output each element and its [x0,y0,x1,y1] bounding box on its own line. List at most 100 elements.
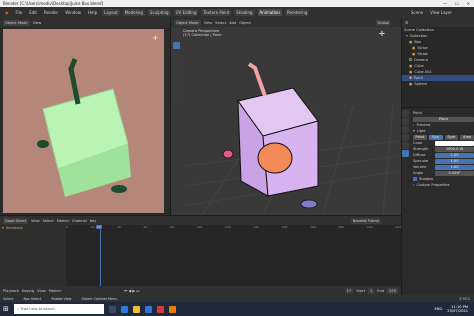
blender-logo-icon[interactable]: ◉ [3,9,11,16]
file-explorer-icon[interactable] [132,305,140,313]
light-type-point[interactable]: Point [413,134,427,140]
left-gizmo-icon[interactable]: ✛ [153,35,158,42]
left-viewport-canvas[interactable]: ✛ [3,29,164,213]
edge-icon[interactable] [120,305,128,313]
outliner-editor-icon[interactable]: ☰ [405,21,408,25]
menu-edit[interactable]: Edit [27,9,39,16]
minimize-button[interactable]: — [443,1,447,6]
dopesheet-channel-menu[interactable]: Channel [72,219,87,223]
viewport-info-collection: (17) Collection | Point [183,33,222,37]
menu-window[interactable]: Window [63,9,83,16]
main-add-menu[interactable]: Add [229,21,236,25]
tab-shading[interactable]: Shading [234,9,255,16]
outliner-item[interactable]: ▣ Sphere [402,81,474,87]
store-icon[interactable] [144,305,152,313]
dopesheet-marker-menu[interactable]: Marker [57,219,69,223]
lang-indicator[interactable]: ENG [435,307,443,311]
main-select-menu[interactable]: Select [215,21,226,25]
annotate-tool-icon[interactable] [173,90,180,97]
timeline-view-menu[interactable]: View [37,289,46,293]
windows-start-icon[interactable]: ⊞ [3,305,9,313]
object-props-icon[interactable] [402,142,409,149]
menu-file[interactable]: File [14,9,25,16]
left-viewport[interactable]: Object Mode View ✛ [0,18,170,215]
color-swatch[interactable] [435,140,474,146]
light-type-area[interactable]: Area [460,134,474,140]
orientation-dropdown[interactable]: Global [375,19,391,26]
playhead-frame[interactable]: 17 [96,225,102,229]
tab-layout[interactable]: Layout [102,9,120,16]
select-tool-icon[interactable] [173,42,180,49]
volume-field[interactable]: 1.00 [435,164,474,170]
dopesheet-timeline[interactable]: 0 20 40 60 80 100 120 140 160 180 200 220 250 17 [66,225,401,286]
dopesheet-view-menu[interactable]: View [31,219,40,223]
tab-rendering[interactable]: Rendering [284,9,310,16]
custom-props-section[interactable]: › Custom Properties [411,182,474,188]
tab-uv-editing[interactable]: UV Editing [173,9,199,16]
cursor-tool-icon[interactable] [173,50,180,57]
tab-animation[interactable]: Animation [257,9,282,16]
blender-taskbar-icon[interactable] [168,305,176,313]
tab-sculpting[interactable]: Sculpting [147,9,171,16]
object-name[interactable]: Point [413,111,422,115]
current-frame-field[interactable]: 17 [344,287,354,294]
status-select: Select [3,296,14,301]
maximize-button[interactable]: ☐ [455,1,459,6]
specular-field[interactable]: 1.00 [435,158,474,164]
properties-panel: Point Point › Preview ▾ Light Point Sun Sp… [402,108,474,302]
scene-selector[interactable]: Scene [409,9,425,16]
office-icon[interactable] [156,305,164,313]
shadow-checkbox[interactable] [413,177,417,181]
main-straw-shape [247,62,267,97]
view-layer-selector[interactable]: View Layer [428,9,454,16]
start-frame-field[interactable]: 1 [368,287,375,294]
outliner-panel: ☰ Scene Collection ▾ Collection ▣ Box ▣ Str… [402,18,474,107]
measure-tool-icon[interactable] [173,98,180,105]
taskbar-search-box[interactable]: ⌕ Type here to search [13,304,104,314]
task-view-icon[interactable] [108,305,116,313]
strength-field[interactable]: 1000.0 W [435,146,474,152]
playhead-line[interactable] [100,225,101,286]
dopesheet-mode[interactable]: Dope Sheet [3,217,28,224]
main-mode-dropdown[interactable]: Object Mode [174,19,201,26]
timeline-marker-menu[interactable]: Marker [49,289,61,293]
scale-tool-icon[interactable] [173,74,180,81]
left-leaf-shape [37,140,49,148]
tab-texture-paint[interactable]: Texture Paint [201,9,232,16]
snap-dropdown[interactable]: Nearest Frame [350,217,381,224]
end-frame-field[interactable]: 250 [387,287,398,294]
scene-props-icon[interactable] [402,134,409,141]
tab-modeling[interactable]: Modeling [122,9,145,16]
taskbar-clock[interactable]: 11:10 PM 25/07/2021 [447,305,474,313]
main-view-menu[interactable]: View [204,21,213,25]
diffuse-field[interactable]: 1.00 [435,152,474,158]
left-mode-dropdown[interactable]: Object Mode [3,19,30,26]
dopesheet-key-menu[interactable]: Key [90,219,97,223]
render-props-icon[interactable] [402,118,409,125]
tool-props-icon[interactable] [402,110,409,117]
keying-menu[interactable]: Keying [22,289,34,293]
move-tool-icon[interactable] [173,58,180,65]
menu-help[interactable]: Help [86,9,99,16]
light-type-sun[interactable]: Sun [428,134,443,140]
main-viewport[interactable]: Object Mode View Select Add Object Globa… [171,18,401,215]
main-viewport-header: Object Mode View Select Add Object Globa… [171,18,401,27]
transform-tool-icon[interactable] [173,82,180,89]
navigation-gizmo-icon[interactable]: ✛ [379,30,385,38]
summary-channel[interactable]: ▾ Summary [0,225,66,231]
menu-render[interactable]: Render [42,9,60,16]
rotate-tool-icon[interactable] [173,66,180,73]
playback-menu[interactable]: Playback [3,289,19,293]
light-name-field[interactable]: Point [413,116,474,122]
toolbar [173,42,180,105]
close-button[interactable]: ✕ [467,1,470,6]
angle-field[interactable]: 0.526° [435,170,474,176]
dopesheet-select-menu[interactable]: Select [43,219,54,223]
dopesheet-ruler[interactable]: 0 20 40 60 80 100 120 140 160 180 200 220 250 [66,225,401,231]
main-object-menu[interactable]: Object [239,21,251,25]
left-view-menu[interactable]: View [33,21,42,25]
light-type-spot[interactable]: Spot [444,134,459,140]
light-data-icon[interactable] [402,150,409,157]
play-controls-icon[interactable]: ⏮ ◀ ▶ ⏭ [124,289,139,293]
output-props-icon[interactable] [402,126,409,133]
